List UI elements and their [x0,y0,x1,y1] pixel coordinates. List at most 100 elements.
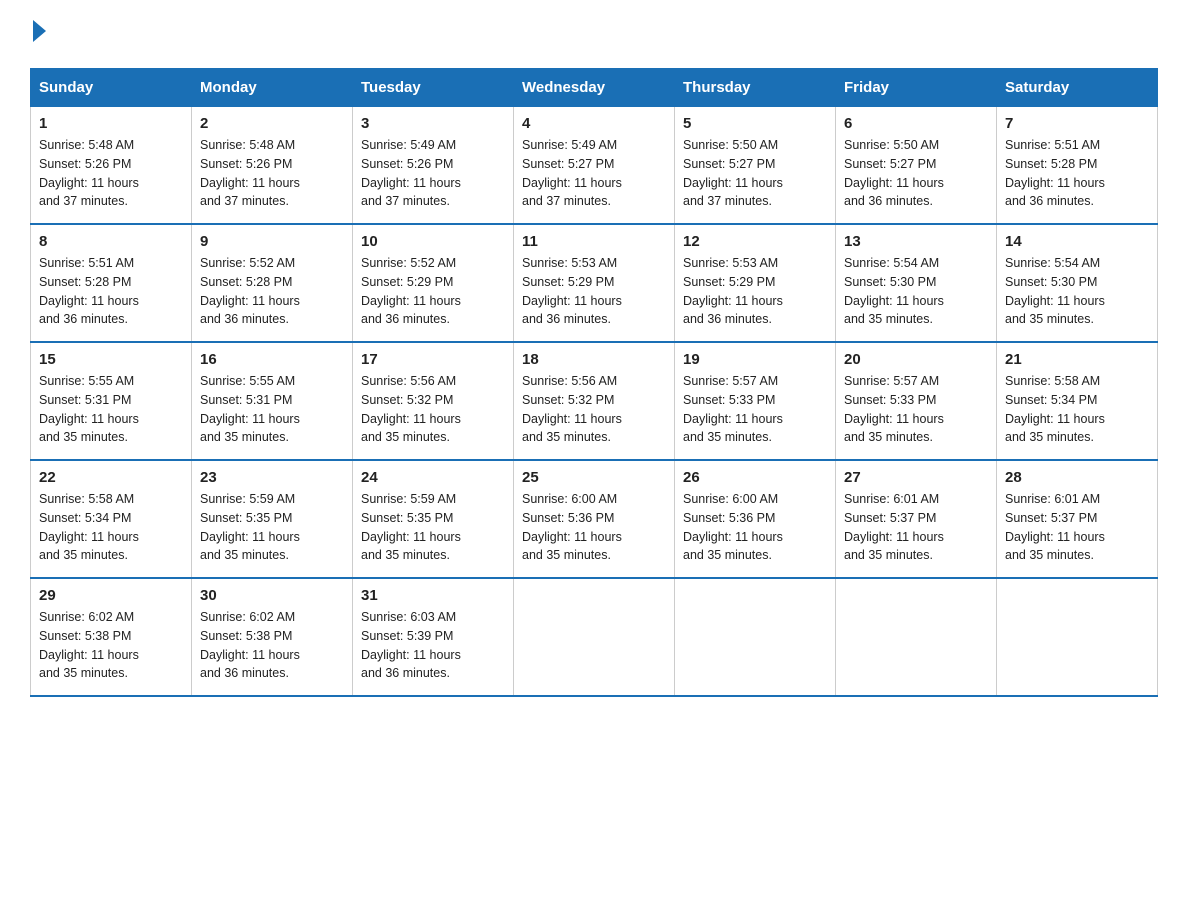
day-info: Sunrise: 5:58 AMSunset: 5:34 PMDaylight:… [39,492,139,562]
day-number: 4 [522,115,666,132]
day-info: Sunrise: 5:53 AMSunset: 5:29 PMDaylight:… [522,256,622,326]
day-number: 13 [844,233,988,250]
day-number: 12 [683,233,827,250]
day-number: 11 [522,233,666,250]
day-info: Sunrise: 5:54 AMSunset: 5:30 PMDaylight:… [844,256,944,326]
calendar-header-friday: Friday [836,69,997,107]
calendar-header-saturday: Saturday [997,69,1158,107]
calendar-header-sunday: Sunday [31,69,192,107]
calendar-cell [997,578,1158,696]
calendar-cell: 21 Sunrise: 5:58 AMSunset: 5:34 PMDaylig… [997,342,1158,460]
day-info: Sunrise: 5:56 AMSunset: 5:32 PMDaylight:… [361,374,461,444]
day-number: 29 [39,587,183,604]
logo-arrow-icon [33,20,46,42]
day-info: Sunrise: 5:49 AMSunset: 5:26 PMDaylight:… [361,138,461,208]
day-info: Sunrise: 6:02 AMSunset: 5:38 PMDaylight:… [200,610,300,680]
day-info: Sunrise: 5:50 AMSunset: 5:27 PMDaylight:… [683,138,783,208]
calendar-cell: 9 Sunrise: 5:52 AMSunset: 5:28 PMDayligh… [192,224,353,342]
day-number: 3 [361,115,505,132]
calendar-cell: 10 Sunrise: 5:52 AMSunset: 5:29 PMDaylig… [353,224,514,342]
day-number: 25 [522,469,666,486]
day-info: Sunrise: 6:01 AMSunset: 5:37 PMDaylight:… [1005,492,1105,562]
calendar-cell: 12 Sunrise: 5:53 AMSunset: 5:29 PMDaylig… [675,224,836,342]
day-info: Sunrise: 6:00 AMSunset: 5:36 PMDaylight:… [522,492,622,562]
day-number: 26 [683,469,827,486]
day-info: Sunrise: 5:54 AMSunset: 5:30 PMDaylight:… [1005,256,1105,326]
day-info: Sunrise: 5:56 AMSunset: 5:32 PMDaylight:… [522,374,622,444]
day-info: Sunrise: 5:51 AMSunset: 5:28 PMDaylight:… [39,256,139,326]
day-info: Sunrise: 5:49 AMSunset: 5:27 PMDaylight:… [522,138,622,208]
day-number: 15 [39,351,183,368]
calendar-cell: 11 Sunrise: 5:53 AMSunset: 5:29 PMDaylig… [514,224,675,342]
calendar-cell: 22 Sunrise: 5:58 AMSunset: 5:34 PMDaylig… [31,460,192,578]
calendar-cell: 20 Sunrise: 5:57 AMSunset: 5:33 PMDaylig… [836,342,997,460]
calendar-cell: 14 Sunrise: 5:54 AMSunset: 5:30 PMDaylig… [997,224,1158,342]
calendar-cell: 15 Sunrise: 5:55 AMSunset: 5:31 PMDaylig… [31,342,192,460]
calendar-cell: 24 Sunrise: 5:59 AMSunset: 5:35 PMDaylig… [353,460,514,578]
day-number: 17 [361,351,505,368]
calendar-header-tuesday: Tuesday [353,69,514,107]
day-number: 1 [39,115,183,132]
day-number: 14 [1005,233,1149,250]
calendar-header-wednesday: Wednesday [514,69,675,107]
day-info: Sunrise: 6:00 AMSunset: 5:36 PMDaylight:… [683,492,783,562]
calendar-cell: 16 Sunrise: 5:55 AMSunset: 5:31 PMDaylig… [192,342,353,460]
calendar-cell: 26 Sunrise: 6:00 AMSunset: 5:36 PMDaylig… [675,460,836,578]
day-info: Sunrise: 5:55 AMSunset: 5:31 PMDaylight:… [200,374,300,444]
day-info: Sunrise: 6:01 AMSunset: 5:37 PMDaylight:… [844,492,944,562]
calendar-table: SundayMondayTuesdayWednesdayThursdayFrid… [30,68,1158,697]
calendar-cell: 29 Sunrise: 6:02 AMSunset: 5:38 PMDaylig… [31,578,192,696]
calendar-cell: 31 Sunrise: 6:03 AMSunset: 5:39 PMDaylig… [353,578,514,696]
day-info: Sunrise: 5:58 AMSunset: 5:34 PMDaylight:… [1005,374,1105,444]
calendar-cell [836,578,997,696]
calendar-cell: 25 Sunrise: 6:00 AMSunset: 5:36 PMDaylig… [514,460,675,578]
calendar-cell [675,578,836,696]
day-number: 2 [200,115,344,132]
day-number: 7 [1005,115,1149,132]
calendar-cell: 8 Sunrise: 5:51 AMSunset: 5:28 PMDayligh… [31,224,192,342]
day-number: 20 [844,351,988,368]
day-number: 18 [522,351,666,368]
logo-text [30,20,46,42]
day-number: 6 [844,115,988,132]
day-number: 24 [361,469,505,486]
calendar-cell: 27 Sunrise: 6:01 AMSunset: 5:37 PMDaylig… [836,460,997,578]
day-info: Sunrise: 5:57 AMSunset: 5:33 PMDaylight:… [683,374,783,444]
day-info: Sunrise: 6:02 AMSunset: 5:38 PMDaylight:… [39,610,139,680]
day-info: Sunrise: 5:59 AMSunset: 5:35 PMDaylight:… [200,492,300,562]
calendar-cell: 30 Sunrise: 6:02 AMSunset: 5:38 PMDaylig… [192,578,353,696]
header [30,20,1158,58]
day-info: Sunrise: 5:59 AMSunset: 5:35 PMDaylight:… [361,492,461,562]
calendar-cell: 7 Sunrise: 5:51 AMSunset: 5:28 PMDayligh… [997,107,1158,225]
day-number: 8 [39,233,183,250]
day-number: 28 [1005,469,1149,486]
calendar-cell: 1 Sunrise: 5:48 AMSunset: 5:26 PMDayligh… [31,107,192,225]
day-number: 10 [361,233,505,250]
calendar-header-monday: Monday [192,69,353,107]
calendar-cell: 23 Sunrise: 5:59 AMSunset: 5:35 PMDaylig… [192,460,353,578]
day-info: Sunrise: 5:52 AMSunset: 5:28 PMDaylight:… [200,256,300,326]
day-info: Sunrise: 5:48 AMSunset: 5:26 PMDaylight:… [39,138,139,208]
day-info: Sunrise: 5:51 AMSunset: 5:28 PMDaylight:… [1005,138,1105,208]
logo [30,20,46,58]
day-number: 27 [844,469,988,486]
day-number: 5 [683,115,827,132]
day-number: 22 [39,469,183,486]
day-number: 23 [200,469,344,486]
day-info: Sunrise: 5:57 AMSunset: 5:33 PMDaylight:… [844,374,944,444]
day-info: Sunrise: 5:55 AMSunset: 5:31 PMDaylight:… [39,374,139,444]
day-info: Sunrise: 6:03 AMSunset: 5:39 PMDaylight:… [361,610,461,680]
day-info: Sunrise: 5:48 AMSunset: 5:26 PMDaylight:… [200,138,300,208]
calendar-cell: 6 Sunrise: 5:50 AMSunset: 5:27 PMDayligh… [836,107,997,225]
day-number: 16 [200,351,344,368]
calendar-cell: 2 Sunrise: 5:48 AMSunset: 5:26 PMDayligh… [192,107,353,225]
calendar-cell: 3 Sunrise: 5:49 AMSunset: 5:26 PMDayligh… [353,107,514,225]
day-info: Sunrise: 5:52 AMSunset: 5:29 PMDaylight:… [361,256,461,326]
calendar-cell: 19 Sunrise: 5:57 AMSunset: 5:33 PMDaylig… [675,342,836,460]
calendar-cell: 4 Sunrise: 5:49 AMSunset: 5:27 PMDayligh… [514,107,675,225]
calendar-cell: 18 Sunrise: 5:56 AMSunset: 5:32 PMDaylig… [514,342,675,460]
calendar-cell: 28 Sunrise: 6:01 AMSunset: 5:37 PMDaylig… [997,460,1158,578]
day-info: Sunrise: 5:50 AMSunset: 5:27 PMDaylight:… [844,138,944,208]
day-number: 31 [361,587,505,604]
calendar-cell: 17 Sunrise: 5:56 AMSunset: 5:32 PMDaylig… [353,342,514,460]
